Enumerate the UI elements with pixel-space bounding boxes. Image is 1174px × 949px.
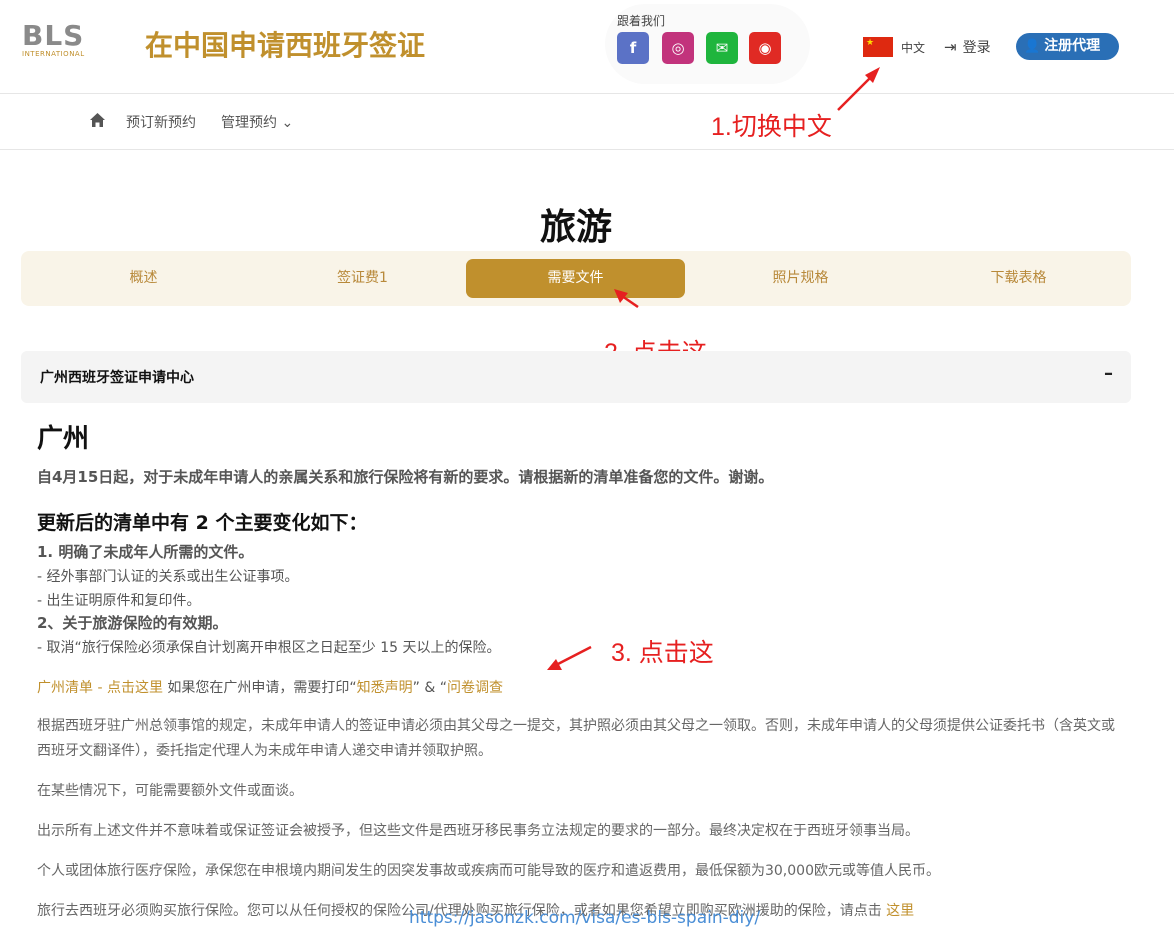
login-icon: ⇥	[944, 38, 957, 56]
weibo-icon[interactable]: ◉	[749, 32, 781, 64]
arrow-to-links	[547, 645, 592, 670]
login-label: 登录	[962, 40, 991, 56]
guangzhou-checklist-link[interactable]: 广州清单 - 点击这里	[37, 680, 163, 696]
site-header: BLS INTERNATIONAL 在中国申请西班牙签证 跟着我们 f ◎ ✉ …	[0, 0, 1174, 94]
checklist-line: 广州清单 - 点击这里 如果您在广州申请，需要打印“知悉声明” & “问卷调查	[37, 677, 503, 697]
china-flag-icon[interactable]: ★	[863, 37, 893, 57]
content-area: 广州 自4月15日起，对于未成年申请人的亲属关系和旅行保险将有新的要求。请根据新…	[37, 422, 1137, 919]
change-item-2: 2、关于旅游保险的有效期。	[37, 614, 228, 632]
register-agent-button[interactable]: 👤 注册代理	[1016, 33, 1119, 60]
paragraph-minor-rules: 根据西班牙驻广州总领事馆的规定，未成年申请人的签证申请必须由其父母之一提交，其护…	[37, 718, 1115, 759]
home-icon[interactable]	[89, 112, 106, 128]
register-label: 注册代理	[1044, 38, 1101, 54]
paragraph-extra-docs: 在某些情况下，可能需要额外文件或面谈。	[37, 783, 303, 799]
questionnaire-link[interactable]: 问卷调查	[447, 680, 503, 696]
change-detail: - 经外事部门认证的关系或出生公证事项。	[37, 569, 299, 585]
language-selector[interactable]: 中文	[901, 39, 925, 56]
change-detail: - 出生证明原件和复印件。	[37, 593, 201, 609]
nav-book-appointment[interactable]: 预订新预约	[126, 112, 196, 132]
paragraph-disclaimer: 出示所有上述文件并不意味着或保证签证会被授予，但这些文件是西班牙移民事务立法规定…	[37, 823, 919, 839]
tab-visa-fee[interactable]: 签证费1	[253, 259, 472, 298]
facebook-icon[interactable]: f	[617, 32, 649, 64]
logo-sub: INTERNATIONAL	[22, 50, 85, 58]
tab-download-forms[interactable]: 下载表格	[909, 259, 1128, 298]
buy-insurance-link[interactable]: 这里	[886, 903, 914, 919]
social-panel: 跟着我们 f ◎ ✉ ◉	[605, 4, 810, 84]
accordion-title: 广州西班牙签证申请中心	[40, 370, 194, 386]
wechat-icon[interactable]: ✉	[706, 32, 738, 64]
bls-logo[interactable]: BLS INTERNATIONAL	[22, 22, 92, 62]
change-item-1: 1. 明确了未成年人所需的文件。	[37, 543, 254, 561]
notice-text: 自4月15日起，对于未成年申请人的亲属关系和旅行保险将有新的要求。请根据新的清单…	[37, 468, 774, 486]
page-title: 旅游	[539, 207, 612, 248]
declaration-link[interactable]: 知悉声明	[357, 680, 413, 696]
follow-label: 跟着我们	[617, 14, 666, 28]
changes-heading: 更新后的清单中有 2 个主要变化如下：	[37, 512, 368, 534]
accordion-guangzhou[interactable]: 广州西班牙签证申请中心 –	[21, 351, 1131, 403]
annotation-switch-language: 1.切换中文	[711, 113, 832, 141]
change-detail: - 取消“旅行保险必须承保自计划离开申根区之日起至少 15 天以上的保险。	[37, 640, 501, 656]
site-title: 在中国申请西班牙签证	[145, 29, 426, 62]
watermark-url: https://jasonzk.com/visa/es-bls-spain-di…	[409, 908, 761, 928]
instagram-icon[interactable]: ◎	[662, 32, 694, 64]
logo-main: BLS	[22, 19, 85, 52]
paragraph-insurance: 个人或团体旅行医疗保险，承保您在申根境内期间发生的因突发事故或疾病而可能导致的医…	[37, 863, 940, 879]
nav-manage-appointment[interactable]: 管理预约 ⌄	[221, 112, 293, 132]
tab-photo-specs[interactable]: 照片规格	[691, 259, 910, 298]
collapse-icon[interactable]: –	[1104, 363, 1113, 384]
tab-bar: 概述 签证费1 需要文件 照片规格 下载表格	[21, 251, 1131, 306]
main-nav: 预订新预约 管理预约 ⌄	[0, 94, 1174, 150]
checklist-amp: ” & “	[412, 680, 447, 696]
annotation-click-link: 3. 点击这	[611, 639, 714, 667]
login-link[interactable]: ⇥ 登录	[944, 37, 991, 57]
checklist-text: 如果您在广州申请，需要打印“	[162, 680, 357, 696]
flag-star-icon: ★	[866, 38, 875, 48]
tab-required-documents[interactable]: 需要文件	[466, 259, 685, 298]
city-heading: 广州	[37, 424, 90, 454]
add-user-icon: 👤	[1024, 39, 1041, 54]
tab-overview[interactable]: 概述	[34, 259, 253, 298]
